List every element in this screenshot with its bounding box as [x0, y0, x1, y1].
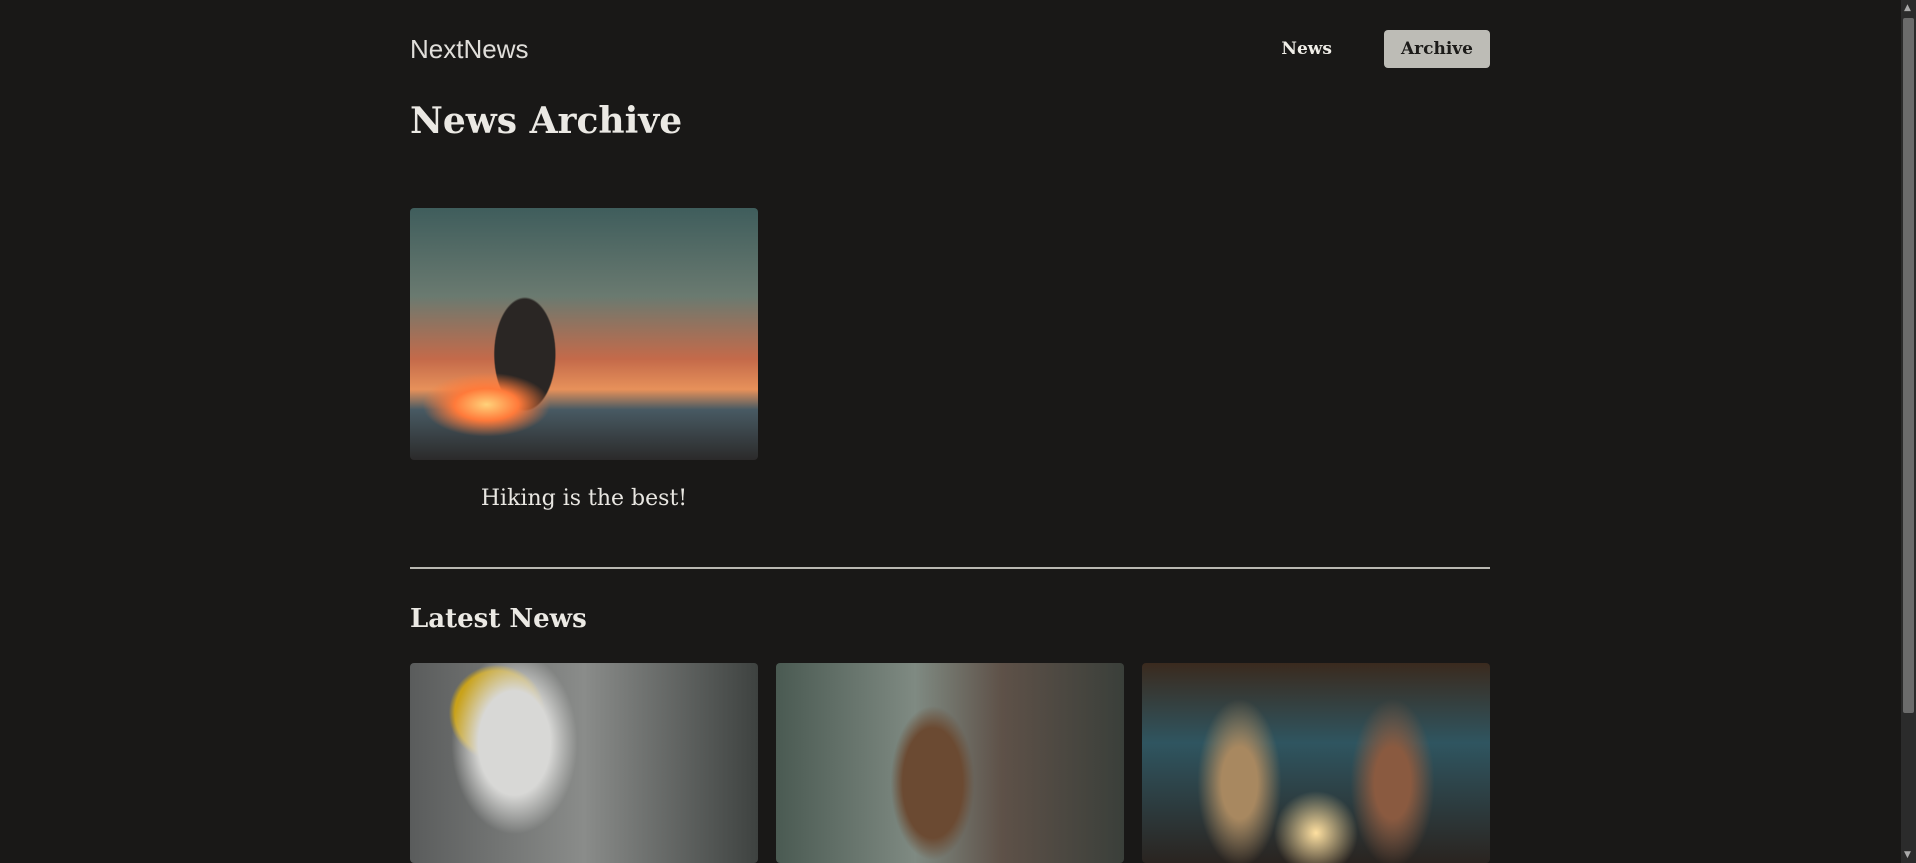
scroll-up-icon[interactable]: ▲ [1904, 3, 1911, 13]
hiker-image[interactable] [410, 208, 758, 460]
robot-image[interactable] [410, 663, 758, 863]
nav-news-link[interactable]: News [1281, 39, 1332, 59]
archive-news-card[interactable]: Hiking is the best! [410, 208, 758, 511]
news-caption[interactable]: Hiking is the best! [410, 486, 758, 511]
latest-news-card[interactable] [410, 663, 758, 863]
main-nav: News Archive [1281, 30, 1490, 68]
vertical-scrollbar[interactable]: ▲ ▼ [1901, 0, 1916, 863]
latest-news-card[interactable] [776, 663, 1124, 863]
page-title: News Archive [410, 100, 683, 142]
site-logo[interactable]: NextNews [410, 34, 528, 65]
scrollbar-thumb[interactable] [1903, 18, 1914, 713]
beaver-image[interactable] [776, 663, 1124, 863]
nav-archive-link[interactable]: Archive [1383, 30, 1490, 68]
latest-news-card[interactable] [1142, 663, 1490, 863]
cooking-image[interactable] [1142, 663, 1490, 863]
section-divider [410, 567, 1490, 569]
scroll-down-icon[interactable]: ▼ [1904, 850, 1911, 860]
latest-news-heading: Latest News [410, 604, 587, 634]
